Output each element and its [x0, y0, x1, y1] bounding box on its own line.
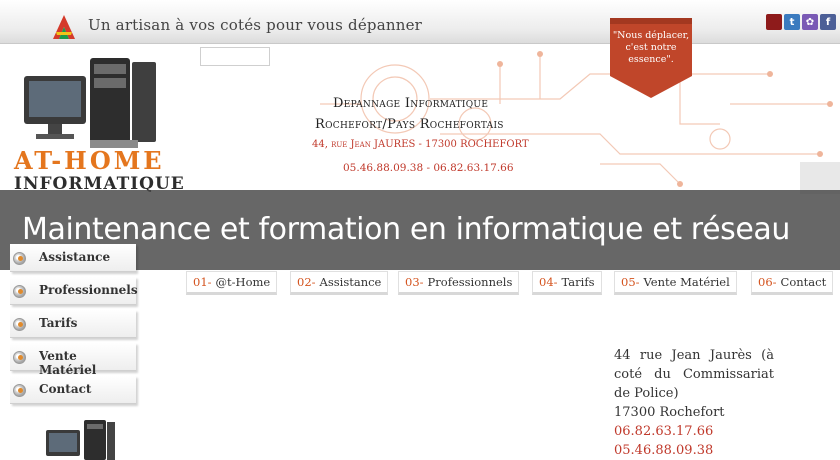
contact-street: 44 rue Jean Jaurès (à coté du Commissari… [614, 348, 774, 401]
tab-label: Professionnels [427, 275, 513, 289]
tab-professionnels[interactable]: 03- Professionnels [398, 271, 520, 295]
hero-title: Depannage Informatique [333, 96, 489, 111]
contact-phone-fixed[interactable]: 05.46.88.09.38 [614, 441, 774, 460]
hero-phones: 05.46.88.09.38 - 06.82.63.17.66 [343, 162, 514, 174]
sidebar-item-professionnels[interactable]: Professionnels [10, 277, 138, 305]
tab-label: Vente Matériel [643, 275, 730, 289]
sidebar-item-label: Contact [39, 382, 92, 396]
contact-address-block: 44 rue Jean Jaurès (à coté du Commissari… [614, 346, 774, 460]
sidebar-item-vente-materiel[interactable]: Vente Matériel [10, 343, 136, 377]
bullet-icon [13, 285, 26, 298]
tab-number: 01- [193, 275, 212, 289]
bullet-icon [13, 351, 26, 364]
site-logo-icon [53, 15, 75, 39]
sidebar-item-label: Tarifs [39, 316, 78, 330]
sidebar-item-label: Professionnels [39, 283, 138, 297]
hero-subtitle: Rochefort/Pays Rochefortais [315, 117, 504, 132]
tab-home[interactable]: 01- @t-Home [186, 271, 278, 295]
sidebar-item-contact[interactable]: Contact [10, 376, 136, 404]
ribbon-line-1: "Nous déplacer, [612, 30, 690, 41]
site-tagline: Un artisan à vos cotés pour vous dépanne… [88, 16, 423, 34]
tab-label: Tarifs [561, 275, 595, 289]
sidebar-item-label: Vente Matériel [39, 349, 97, 377]
bullet-icon [13, 384, 26, 397]
tab-label: Assistance [319, 275, 382, 289]
tab-number: 06- [758, 275, 777, 289]
hero-address: 44, rue Jean JAURES - 17300 ROCHEFORT [312, 139, 529, 150]
tab-contact[interactable]: 06- Contact [751, 271, 834, 295]
tab-vente-materiel[interactable]: 05- Vente Matériel [614, 271, 737, 295]
computer-logo-icon [24, 58, 156, 148]
flickr-icon[interactable]: ✿ [802, 14, 818, 30]
contact-city: 17300 Rochefort [614, 405, 725, 420]
tab-label: @t-Home [215, 275, 271, 289]
twitter-icon[interactable]: t [784, 14, 800, 30]
tab-number: 02- [297, 275, 316, 289]
computer-icon [46, 420, 115, 460]
sidebar-item-label: Assistance [39, 250, 111, 264]
tab-number: 05- [621, 275, 640, 289]
tab-tarifs[interactable]: 04- Tarifs [532, 271, 602, 295]
top-bar: Un artisan à vos cotés pour vous dépanne… [0, 0, 840, 44]
ribbon-slogan: "Nous déplacer, c'est notre essence". [608, 30, 694, 66]
tab-number: 03- [405, 275, 424, 289]
tab-label: Contact [780, 275, 827, 289]
flag-icon[interactable] [766, 14, 782, 30]
tab-number: 04- [539, 275, 558, 289]
sidebar-item-assistance[interactable]: Assistance [10, 244, 136, 272]
brand-name: AT-HOME [14, 146, 165, 175]
tab-assistance[interactable]: 02- Assistance [290, 271, 389, 295]
ribbon-line-2: c'est notre [625, 42, 677, 53]
ribbon-line-3: essence". [628, 54, 674, 65]
sidebar-item-tarifs[interactable]: Tarifs [10, 310, 136, 338]
bullet-icon [13, 318, 26, 331]
banner-heading: Maintenance et formation en informatique… [22, 212, 791, 247]
contact-phone-mobile[interactable]: 06.82.63.17.66 [614, 422, 774, 441]
bullet-icon [13, 252, 26, 265]
facebook-icon[interactable]: f [820, 14, 836, 30]
search-input[interactable] [200, 47, 270, 66]
